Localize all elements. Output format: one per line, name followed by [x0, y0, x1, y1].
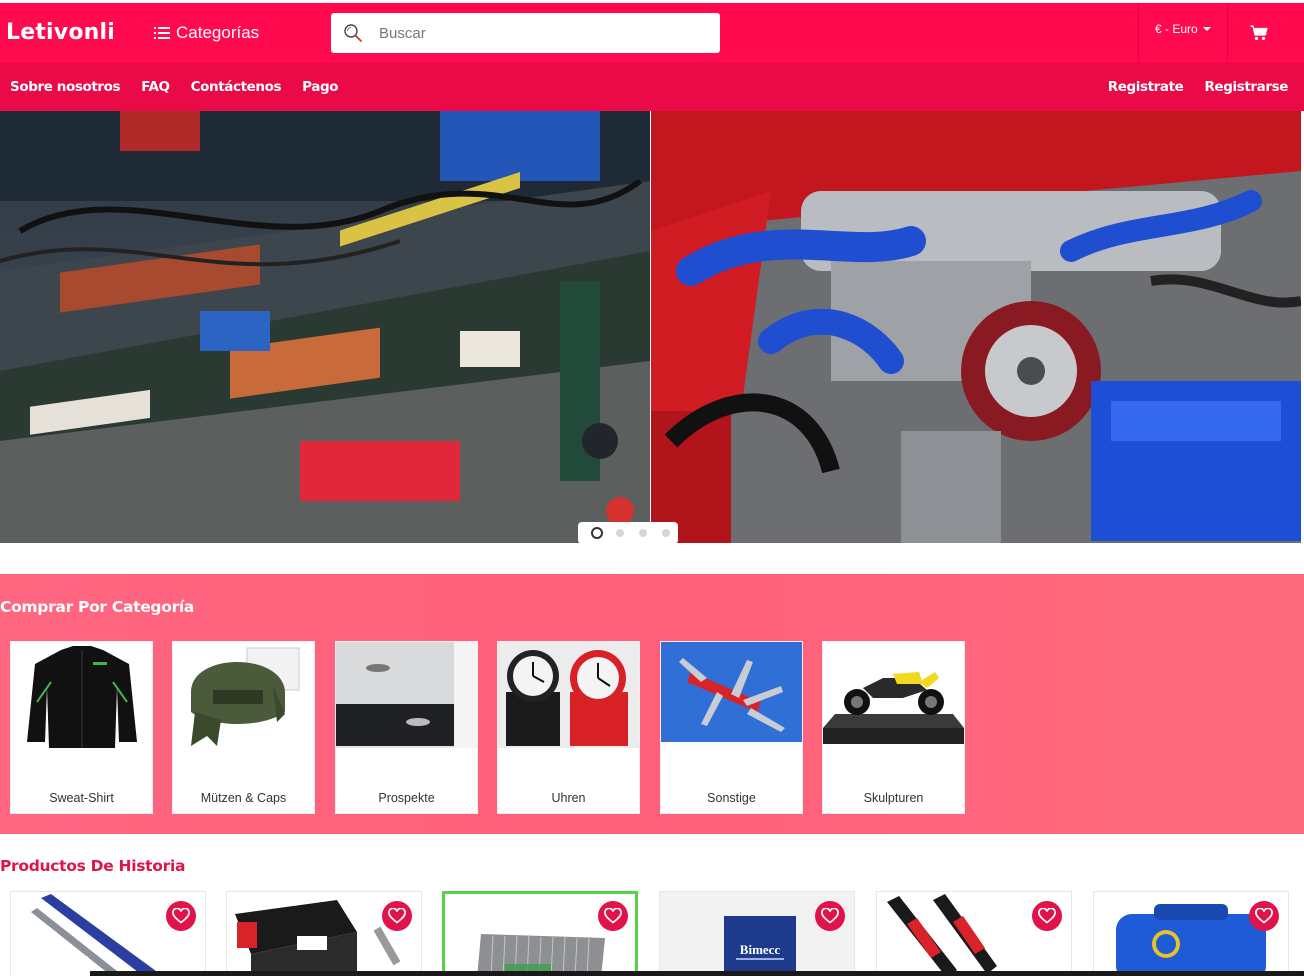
product-card[interactable]: Bimecc	[659, 891, 855, 976]
search-input[interactable]	[379, 13, 709, 53]
top-header: Letivonli Categorías € - Euro	[0, 3, 1304, 63]
site-logo[interactable]: Letivonli	[6, 20, 115, 45]
heart-icon	[388, 908, 406, 924]
carousel-dot[interactable]	[639, 529, 647, 537]
heart-icon	[172, 908, 190, 924]
heart-icon	[604, 908, 622, 924]
products-section-title: Productos De Historia	[0, 857, 186, 875]
hero-carousel[interactable]	[0, 111, 1304, 543]
carousel-dot[interactable]	[616, 529, 624, 537]
carousel-dot[interactable]	[591, 527, 603, 539]
categories-label: Categorías	[176, 23, 260, 42]
nav-link-payment[interactable]: Pago	[302, 79, 338, 95]
product-card[interactable]: STABILUS	[10, 891, 206, 976]
category-section: Comprar Por Categoría Sweat-Shirt Mützen…	[0, 574, 1304, 834]
categories-button[interactable]: Categorías	[154, 23, 259, 43]
currency-label: € - Euro	[1155, 22, 1198, 36]
category-image	[11, 642, 152, 748]
wishlist-button[interactable]	[166, 901, 196, 931]
category-card-caps[interactable]: Mützen & Caps	[172, 641, 315, 814]
wishlist-button[interactable]	[815, 901, 845, 931]
category-card-sonstige[interactable]: Sonstige	[660, 641, 803, 814]
wishlist-button[interactable]	[598, 901, 628, 931]
nav-right-links: Registrate Registrarse	[1108, 79, 1289, 95]
heart-icon	[1255, 908, 1273, 924]
category-label: Skulpturen	[863, 791, 924, 805]
header-divider	[1138, 3, 1139, 63]
product-brand-text: Bimecc	[740, 942, 781, 957]
category-label: Sonstige	[707, 791, 756, 805]
page: Letivonli Categorías € - Euro	[0, 0, 1304, 976]
nav-link-register[interactable]: Registrarse	[1204, 79, 1288, 95]
category-card-sweat-shirt[interactable]: Sweat-Shirt	[10, 641, 153, 814]
carousel-indicators	[578, 522, 678, 544]
search-box[interactable]	[331, 13, 720, 53]
wishlist-button[interactable]	[1249, 901, 1279, 931]
nav-link-about[interactable]: Sobre nosotros	[10, 79, 121, 95]
product-card-selected[interactable]	[442, 891, 638, 976]
product-card[interactable]	[1093, 891, 1289, 976]
cart-icon[interactable]	[1250, 25, 1268, 41]
category-image	[336, 642, 477, 748]
nav-link-contact[interactable]: Contáctenos	[191, 79, 282, 95]
wishlist-button[interactable]	[382, 901, 412, 931]
nav-left-links: Sobre nosotros FAQ Contáctenos Pago	[10, 79, 338, 95]
product-card[interactable]	[876, 891, 1072, 976]
nav-link-faq[interactable]: FAQ	[141, 79, 170, 95]
category-section-title: Comprar Por Categoría	[0, 598, 195, 616]
category-image	[661, 642, 802, 748]
category-image	[498, 642, 639, 748]
header-divider	[1227, 3, 1228, 63]
category-label: Mützen & Caps	[200, 791, 287, 805]
heart-icon	[821, 908, 839, 924]
carousel-dot[interactable]	[662, 529, 670, 537]
category-image	[823, 642, 964, 748]
product-card[interactable]	[226, 891, 422, 976]
horizontal-scrollbar[interactable]	[90, 971, 1304, 976]
list-icon	[154, 27, 170, 40]
search-icon	[344, 24, 362, 42]
nav-link-sign-in[interactable]: Registrate	[1108, 79, 1184, 95]
heart-icon	[1038, 908, 1056, 924]
category-label: Sweat-Shirt	[49, 791, 114, 805]
category-label: Prospekte	[378, 791, 435, 805]
hero-image-engine	[651, 111, 1301, 543]
category-card-prospekte[interactable]: Prospekte	[335, 641, 478, 814]
category-card-skulpturen[interactable]: Skulpturen	[822, 641, 965, 814]
caret-down-icon	[1202, 27, 1211, 31]
category-image	[173, 642, 314, 748]
category-card-uhren[interactable]: Uhren	[497, 641, 640, 814]
hero-image-electronics	[0, 111, 650, 543]
category-label: Uhren	[551, 791, 586, 805]
main-nav: Sobre nosotros FAQ Contáctenos Pago Regi…	[0, 63, 1304, 111]
currency-selector[interactable]: € - Euro	[1155, 22, 1211, 36]
wishlist-button[interactable]	[1032, 901, 1062, 931]
